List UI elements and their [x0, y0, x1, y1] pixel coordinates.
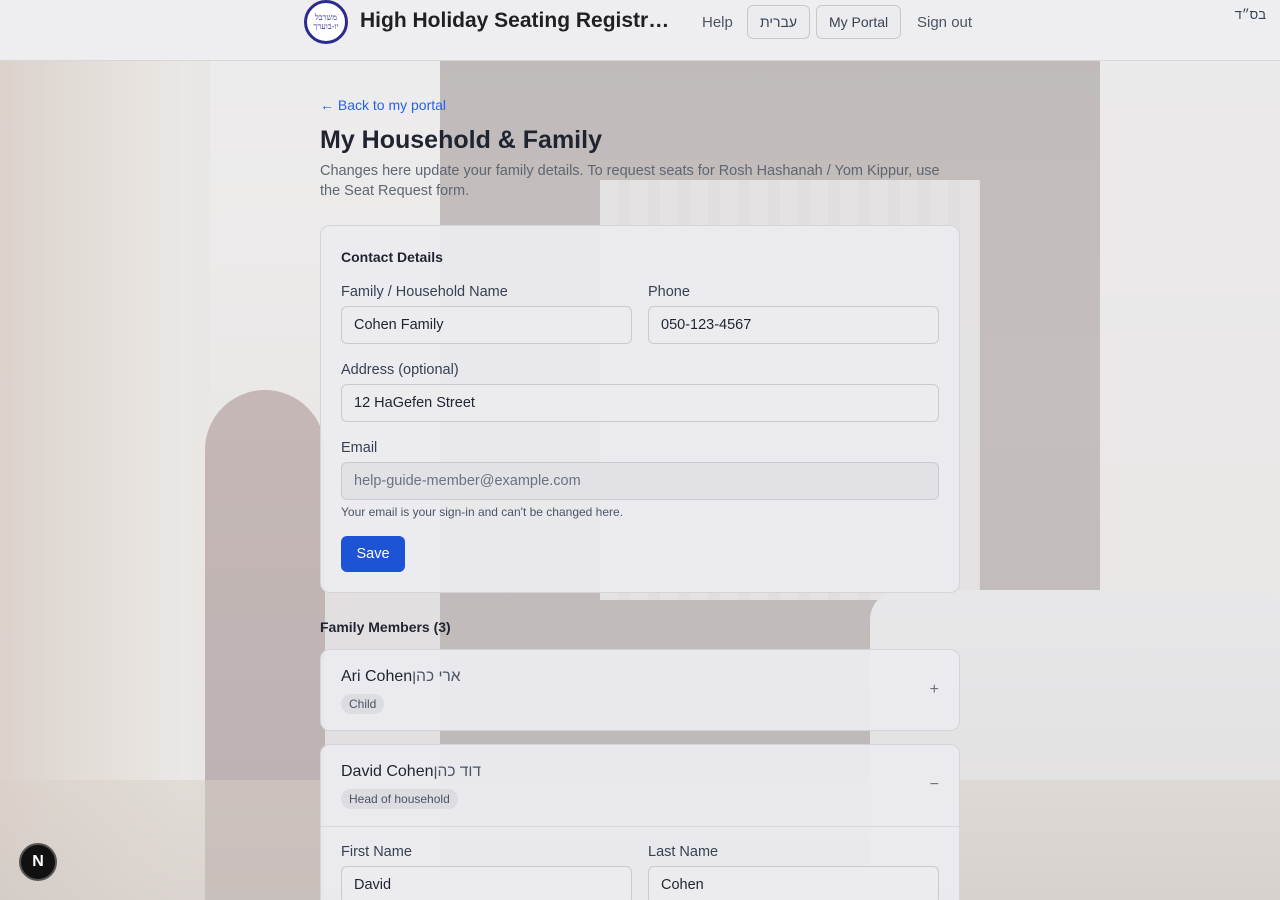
phone-label: Phone	[648, 284, 690, 300]
bsd-mark: בס״ד	[1234, 7, 1266, 22]
family-name-label: Family / Household Name	[341, 284, 508, 300]
site-title[interactable]: High Holiday Seating Registrati…	[360, 9, 680, 33]
contact-details-heading: Contact Details	[341, 249, 443, 265]
my-portal-button[interactable]: My Portal	[816, 5, 902, 39]
logo[interactable]: משרבל יו-בוערך	[304, 0, 348, 44]
address-input[interactable]	[341, 384, 939, 422]
member-card[interactable]: Ari Cohenארי כהן Child +	[320, 649, 960, 731]
member-card[interactable]: David Cohenדוד כהן Head of household − F…	[320, 744, 960, 900]
last-name-input[interactable]	[648, 866, 939, 900]
expand-icon[interactable]: +	[930, 681, 939, 699]
member-english-name: David Cohen	[341, 763, 434, 780]
logo-text: משרבל יו-בוערך	[313, 13, 339, 31]
phone-input[interactable]	[648, 306, 939, 344]
email-help-text: Your email is your sign-in and can't be …	[341, 505, 624, 519]
collapse-icon[interactable]: −	[930, 776, 939, 794]
page-description: Changes here update your family details.…	[320, 163, 940, 199]
contact-details-card: Contact Details Family / Household Name …	[320, 225, 960, 593]
role-badge: Head of household	[341, 789, 458, 809]
role-badge: Child	[341, 694, 385, 714]
family-members-heading: Family Members (3)	[320, 619, 451, 635]
first-name-label: First Name	[341, 844, 412, 860]
nav-help-link[interactable]: Help	[702, 14, 733, 31]
email-label: Email	[341, 440, 378, 456]
email-input	[341, 462, 939, 500]
page-title: My Household & Family	[320, 126, 602, 154]
dev-tools-badge[interactable]: N	[19, 843, 57, 881]
member-name: David Cohenדוד כהן	[341, 763, 481, 781]
member-english-name: Ari Cohen	[341, 668, 413, 685]
save-button[interactable]: Save	[341, 536, 405, 572]
member-hebrew-name: דוד כהן	[433, 763, 482, 780]
sign-out-link[interactable]: Sign out	[917, 14, 972, 31]
divider	[321, 826, 959, 827]
back-to-portal-link[interactable]: ← Back to my portal	[320, 97, 446, 113]
member-hebrew-name: ארי כהן	[412, 668, 461, 685]
address-label: Address (optional)	[341, 362, 459, 378]
last-name-label: Last Name	[648, 844, 719, 860]
language-toggle-button[interactable]: עברית	[747, 5, 811, 39]
family-name-input[interactable]	[341, 306, 632, 344]
top-navbar: משרבל יו-בוערך High Holiday Seating Regi…	[0, 0, 1280, 61]
member-name: Ari Cohenארי כהן	[341, 668, 461, 686]
first-name-input[interactable]	[341, 866, 632, 900]
